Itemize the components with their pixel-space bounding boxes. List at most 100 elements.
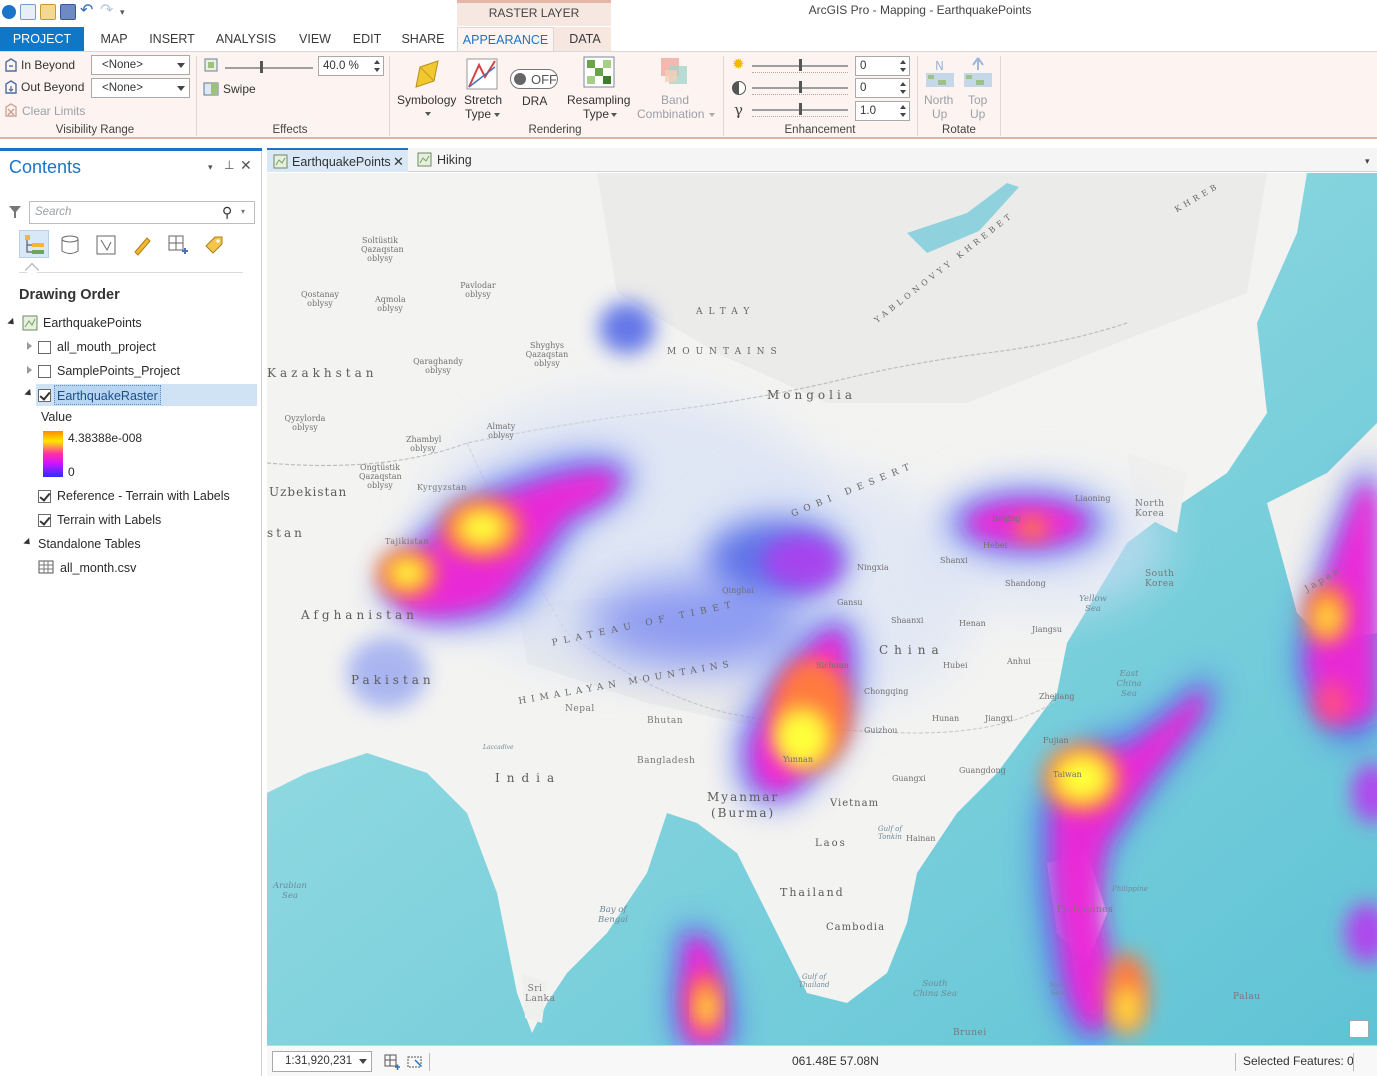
layer-samplepoints-project[interactable]: SamplePoints_Project xyxy=(57,361,180,381)
list-by-selection-icon[interactable] xyxy=(95,234,117,256)
layer-visibility-checkbox[interactable] xyxy=(38,514,51,527)
tab-insert[interactable]: INSERT xyxy=(144,27,200,51)
swipe-label[interactable]: Swipe xyxy=(223,82,256,96)
layer-reference-terrain-labels[interactable]: Reference - Terrain with Labels xyxy=(57,486,230,506)
clear-limits-label[interactable]: Clear Limits xyxy=(22,104,85,118)
selected-features-count[interactable]: Selected Features: 0 xyxy=(1243,1054,1354,1068)
transparency-spinner[interactable]: 40.0 % xyxy=(318,56,384,76)
new-project-icon[interactable] xyxy=(20,4,36,20)
stretch-type-label-1[interactable]: Stretch xyxy=(464,93,502,107)
collapse-layer-icon[interactable] xyxy=(24,388,34,399)
layer-visibility-checkbox[interactable] xyxy=(38,490,51,503)
transparency-slider-thumb[interactable] xyxy=(260,61,263,73)
band-combination-label-1[interactable]: Band xyxy=(661,93,689,107)
list-by-editing-icon[interactable] xyxy=(131,234,153,256)
gamma-slider-thumb[interactable] xyxy=(799,103,802,115)
top-up-label-1[interactable]: Top xyxy=(968,93,987,107)
coordinate-system-icon[interactable] xyxy=(406,1053,424,1071)
spin-up-icon[interactable] xyxy=(374,60,380,64)
layer-earthquakeraster[interactable]: EarthquakeRaster xyxy=(54,385,161,405)
tab-data[interactable]: DATA xyxy=(560,27,610,51)
north-up-label-1[interactable]: North xyxy=(924,93,953,107)
spin-down-icon[interactable] xyxy=(374,68,380,72)
undo-icon[interactable]: ↶ xyxy=(80,3,96,20)
expand-layer-icon[interactable] xyxy=(27,342,32,350)
contrast-slider-thumb[interactable] xyxy=(799,81,802,93)
attribution-toggle-icon[interactable] xyxy=(1349,1020,1369,1038)
list-by-data-source-icon[interactable] xyxy=(59,234,81,256)
map-name[interactable]: EarthquakePoints xyxy=(43,313,142,333)
spin-down-icon[interactable] xyxy=(900,113,906,117)
out-beyond-scale-combo[interactable]: <None> xyxy=(91,78,190,98)
brightness-slider-thumb[interactable] xyxy=(799,59,802,71)
spin-up-icon[interactable] xyxy=(900,105,906,109)
tab-analysis[interactable]: ANALYSIS xyxy=(210,27,282,51)
gamma-spinner[interactable]: 1.0 xyxy=(855,101,910,121)
grid-toggle-icon[interactable] xyxy=(383,1053,401,1071)
top-up-label-2[interactable]: Up xyxy=(970,107,985,121)
transparency-slider-track[interactable] xyxy=(225,67,313,69)
layer-all-mouth-project[interactable]: all_mouth_project xyxy=(57,337,156,357)
in-beyond-icon xyxy=(5,58,17,72)
resampling-label-2[interactable]: Type xyxy=(583,107,609,121)
tab-project[interactable]: PROJECT xyxy=(0,27,84,51)
tab-earthquakepoints[interactable]: EarthquakePoints ✕ xyxy=(267,148,408,172)
chevron-down-icon[interactable]: ▾ xyxy=(241,207,245,216)
spin-up-icon[interactable] xyxy=(900,82,906,86)
layer-visibility-checkbox[interactable] xyxy=(38,389,51,402)
dra-toggle[interactable]: OFF xyxy=(510,69,558,89)
customize-qat-icon[interactable]: ▾ xyxy=(120,4,136,20)
chevron-down-icon xyxy=(494,113,500,117)
stretch-type-icon[interactable] xyxy=(465,57,499,91)
tab-share[interactable]: SHARE xyxy=(396,27,450,51)
brightness-spinner[interactable]: 0 xyxy=(855,56,910,76)
spin-up-icon[interactable] xyxy=(900,60,906,64)
in-beyond-label[interactable]: In Beyond xyxy=(21,58,75,72)
tab-edit[interactable]: EDIT xyxy=(348,27,386,51)
list-by-labeling-icon[interactable] xyxy=(203,234,225,256)
standalone-tables-heading[interactable]: Standalone Tables xyxy=(38,534,141,554)
drawing-order-heading: Drawing Order xyxy=(19,287,120,303)
tab-map[interactable]: MAP xyxy=(94,27,134,51)
map-label-region: Hebei xyxy=(983,541,1008,550)
redo-icon[interactable]: ↷ xyxy=(100,3,116,20)
resampling-type-icon[interactable] xyxy=(583,56,615,88)
tab-hiking[interactable]: Hiking xyxy=(412,148,482,172)
symbology-label[interactable]: Symbology xyxy=(397,93,456,107)
list-by-snapping-icon[interactable] xyxy=(167,234,189,256)
open-project-icon[interactable] xyxy=(40,4,56,20)
layer-visibility-checkbox[interactable] xyxy=(38,365,51,378)
chevron-down-icon xyxy=(177,63,185,68)
out-beyond-label[interactable]: Out Beyond xyxy=(21,80,84,94)
spin-down-icon[interactable] xyxy=(900,68,906,72)
layer-visibility-checkbox[interactable] xyxy=(38,341,51,354)
tab-appearance[interactable]: APPEARANCE xyxy=(457,27,554,51)
tabs-overflow-icon[interactable]: ▾ xyxy=(1365,156,1370,167)
list-by-drawing-order-button[interactable] xyxy=(19,230,49,258)
pane-options-icon[interactable]: ▾ xyxy=(208,162,213,173)
in-beyond-scale-combo[interactable]: <None> xyxy=(91,55,190,75)
table-all-month-csv[interactable]: all_month.csv xyxy=(60,558,136,578)
save-project-icon[interactable] xyxy=(60,4,76,20)
contrast-spinner[interactable]: 0 xyxy=(855,78,910,98)
north-up-icon[interactable]: N xyxy=(925,56,955,90)
band-combination-label-2[interactable]: Combination xyxy=(637,107,704,121)
north-up-label-2[interactable]: Up xyxy=(932,107,947,121)
symbology-icon[interactable] xyxy=(410,57,444,91)
stretch-type-label-2[interactable]: Type xyxy=(465,107,491,121)
close-icon[interactable]: ✕ xyxy=(240,157,252,174)
top-up-icon[interactable] xyxy=(963,56,993,90)
pin-icon[interactable]: ⊥ xyxy=(224,158,234,172)
close-tab-icon[interactable]: ✕ xyxy=(393,150,404,174)
layer-terrain-with-labels[interactable]: Terrain with Labels xyxy=(57,510,161,530)
tab-view[interactable]: VIEW xyxy=(292,27,338,51)
search-icon[interactable]: ⚲ xyxy=(222,204,232,221)
map-canvas[interactable]: Kazakhstan Mongolia Uzbekistan Afghanist… xyxy=(267,173,1377,1045)
filter-icon[interactable] xyxy=(8,204,22,220)
spin-down-icon[interactable] xyxy=(900,90,906,94)
collapse-tables-icon[interactable] xyxy=(23,537,33,548)
expand-map-icon[interactable] xyxy=(7,317,17,328)
resampling-label-1[interactable]: Resampling xyxy=(567,93,630,107)
expand-layer-icon[interactable] xyxy=(27,366,32,374)
scale-combo[interactable]: 1:31,920,231 xyxy=(272,1051,372,1072)
